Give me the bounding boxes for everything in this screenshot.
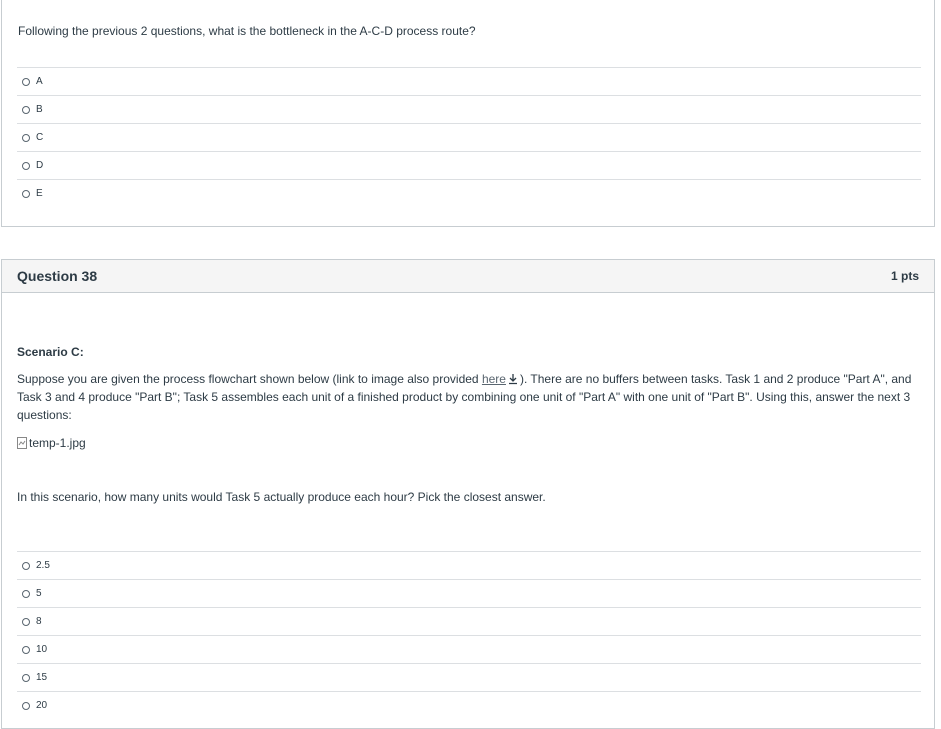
download-icon xyxy=(508,374,517,385)
answer-label: 15 xyxy=(36,672,48,683)
answer-label: E xyxy=(36,188,43,199)
radio-button[interactable] xyxy=(22,617,30,626)
scenario-heading: Scenario C: xyxy=(17,345,84,359)
answer-option-a[interactable]: A xyxy=(17,67,921,95)
radio-button[interactable] xyxy=(22,673,30,682)
question-prompt: In this scenario, how many units would T… xyxy=(17,490,546,504)
answer-option-5[interactable]: 5 xyxy=(17,579,921,607)
broken-image-icon xyxy=(17,437,27,449)
answer-option-c[interactable]: C xyxy=(17,123,921,151)
radio-button[interactable] xyxy=(22,133,30,142)
radio-button[interactable] xyxy=(22,645,30,654)
answer-label: C xyxy=(36,132,44,143)
image-download-link[interactable]: here xyxy=(482,372,520,386)
answer-label: B xyxy=(36,104,43,115)
radio-button[interactable] xyxy=(22,77,30,86)
answer-label: D xyxy=(36,160,44,171)
radio-button[interactable] xyxy=(22,189,30,198)
answer-label: A xyxy=(36,76,43,87)
question-38-card: Question 38 1 pts Scenario C: Suppose yo… xyxy=(1,259,935,729)
question-title: Question 38 xyxy=(17,268,98,284)
answer-option-10[interactable]: 10 xyxy=(17,635,921,663)
flowchart-image: temp-1.jpg xyxy=(17,434,917,452)
radio-button[interactable] xyxy=(22,561,30,570)
radio-button[interactable] xyxy=(22,105,30,114)
question-header: Question 38 1 pts xyxy=(2,260,934,293)
answer-option-d[interactable]: D xyxy=(17,151,921,179)
answer-list: 2.5 5 8 10 15 20 xyxy=(17,551,921,719)
link-text: here xyxy=(481,372,506,386)
radio-button[interactable] xyxy=(22,701,30,710)
radio-button[interactable] xyxy=(22,589,30,598)
answer-label: 2.5 xyxy=(36,560,50,571)
answer-option-b[interactable]: B xyxy=(17,95,921,123)
answer-label: 5 xyxy=(36,588,42,599)
answer-list: A B C D E xyxy=(17,67,921,207)
scenario-paragraph: Suppose you are given the process flowch… xyxy=(17,370,917,424)
image-alt-text: temp-1.jpg xyxy=(29,436,86,450)
radio-button[interactable] xyxy=(22,161,30,170)
previous-question-card: Following the previous 2 questions, what… xyxy=(1,0,935,227)
paragraph-text-1: Suppose you are given the process flowch… xyxy=(17,372,482,386)
answer-option-15[interactable]: 15 xyxy=(17,663,921,691)
question-points: 1 pts xyxy=(890,269,919,283)
answer-option-20[interactable]: 20 xyxy=(17,691,921,719)
answer-label: 20 xyxy=(36,700,48,711)
question-text: Following the previous 2 questions, what… xyxy=(18,24,476,38)
answer-label: 10 xyxy=(36,644,48,655)
answer-option-e[interactable]: E xyxy=(17,179,921,207)
answer-option-2-5[interactable]: 2.5 xyxy=(17,551,921,579)
answer-option-8[interactable]: 8 xyxy=(17,607,921,635)
answer-label: 8 xyxy=(36,616,42,627)
